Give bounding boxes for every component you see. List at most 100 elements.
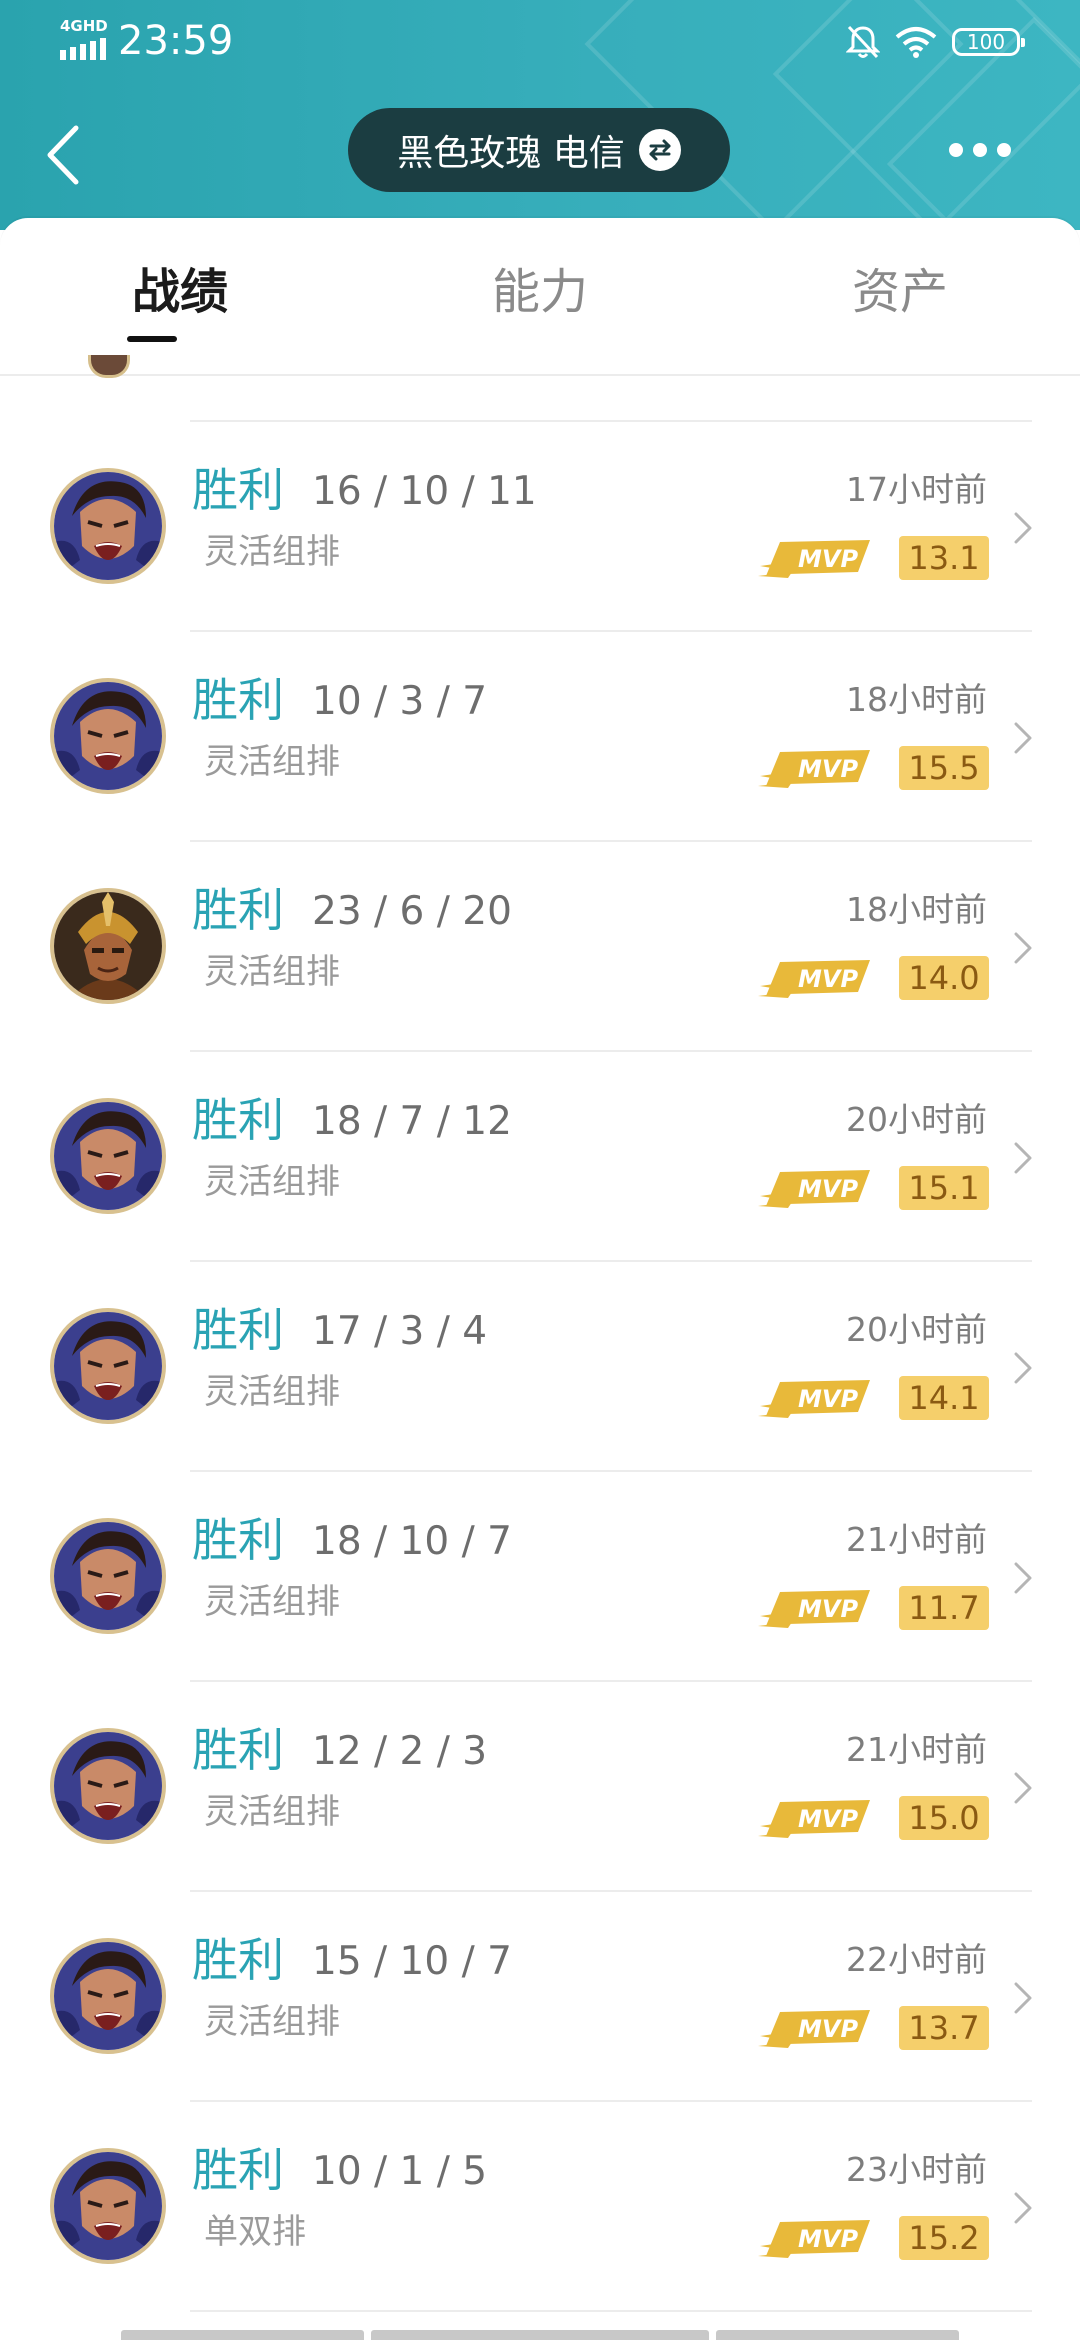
- more-dots-icon[interactable]: [940, 130, 1020, 170]
- mvp-text: MVP: [798, 965, 858, 993]
- tab-assets[interactable]: 资产: [810, 262, 990, 342]
- match-mode: 灵活组排: [204, 1162, 340, 1202]
- mvp-badge: MVP: [758, 2216, 874, 2260]
- status-bar: 4GHD 23:59 100: [0, 0, 1080, 80]
- hero-avatar: [50, 1308, 166, 1424]
- chevron-right-icon: [1014, 1772, 1032, 1804]
- chevron-right-icon: [1014, 932, 1032, 964]
- match-time: 18小时前: [846, 680, 987, 719]
- status-time: 23:59: [118, 18, 234, 64]
- match-mode: 灵活组排: [204, 1792, 340, 1832]
- match-row[interactable]: 胜利 15 / 10 / 7 灵活组排 22小时前 MVP 13.7: [0, 1892, 1080, 2102]
- mvp-badge: MVP: [758, 1376, 874, 1420]
- header: 4GHD 23:59 100 黑色玫瑰 电信: [0, 0, 1080, 230]
- switch-account-icon: [638, 129, 681, 171]
- chevron-right-icon: [1014, 1562, 1032, 1594]
- match-mode: 灵活组排: [204, 2002, 340, 2042]
- match-mode: 灵活组排: [204, 532, 340, 572]
- more-dot: [949, 143, 963, 157]
- match-kda: 18 / 7 / 12: [312, 1099, 512, 1144]
- mvp-badge: MVP: [758, 1586, 874, 1630]
- tab-record[interactable]: 战绩: [90, 262, 270, 342]
- match-result: 胜利: [192, 463, 284, 517]
- match-kda: 18 / 10 / 7: [312, 1519, 512, 1564]
- active-tab-indicator: [127, 336, 177, 342]
- more-dot: [973, 143, 987, 157]
- signal-icon: [60, 38, 106, 60]
- tab-bar: 战绩 能力 资产: [0, 218, 1080, 376]
- mvp-text: MVP: [798, 1805, 858, 1833]
- mvp-badge: MVP: [758, 1796, 874, 1840]
- mvp-text: MVP: [798, 2015, 858, 2043]
- match-row[interactable]: 胜利 16 / 10 / 11 灵活组排 17小时前 MVP 13.1: [0, 422, 1080, 632]
- mvp-text: MVP: [798, 755, 858, 783]
- match-result: 胜利: [192, 1933, 284, 1987]
- hero-avatar: [50, 1728, 166, 1844]
- mvp-text: MVP: [798, 545, 858, 573]
- chevron-right-icon: [1014, 2192, 1032, 2224]
- match-row[interactable]: 胜利 18 / 10 / 7 灵活组排 21小时前 MVP 11.7: [0, 1472, 1080, 1682]
- match-mode: 灵活组排: [204, 1372, 340, 1412]
- match-row[interactable]: 胜利 18 / 7 / 12 灵活组排 20小时前 MVP 15.1: [0, 1052, 1080, 1262]
- match-mode: 灵活组排: [204, 1582, 340, 1622]
- score-badge: 15.0: [899, 1796, 989, 1840]
- match-result: 胜利: [192, 1303, 284, 1357]
- hero-avatar: [50, 888, 166, 1004]
- battery-icon: 100: [952, 28, 1025, 56]
- match-time: 23小时前: [846, 2150, 987, 2189]
- chevron-right-icon: [1014, 1142, 1032, 1174]
- hero-avatar: [50, 468, 166, 584]
- match-result: 胜利: [192, 1513, 284, 1567]
- score-badge: 14.0: [899, 956, 989, 1000]
- mvp-badge: MVP: [758, 536, 874, 580]
- match-time: 18小时前: [846, 890, 987, 929]
- match-mode: 单双排: [204, 2212, 306, 2252]
- match-time: 22小时前: [846, 1940, 987, 1979]
- wifi-icon: [895, 27, 937, 58]
- mvp-text: MVP: [798, 1175, 858, 1203]
- match-kda: 23 / 6 / 20: [312, 889, 512, 934]
- match-time: 17小时前: [846, 470, 987, 509]
- match-mode: 灵活组排: [204, 742, 340, 782]
- match-list: 胜利 16 / 10 / 11 灵活组排 17小时前 MVP 13.1 胜利 10 / 3 /…: [0, 422, 1080, 2312]
- back-button[interactable]: [40, 120, 90, 190]
- more-dot: [997, 143, 1011, 157]
- match-time: 20小时前: [846, 1310, 987, 1349]
- match-row[interactable]: 胜利 12 / 2 / 3 灵活组排 21小时前 MVP 15.0: [0, 1682, 1080, 1892]
- match-row[interactable]: 胜利 10 / 1 / 5 单双排 23小时前 MVP 15.2: [0, 2102, 1080, 2312]
- bottom-bar-segment: [371, 2330, 709, 2340]
- chevron-right-icon: [1014, 722, 1032, 754]
- mvp-badge: MVP: [758, 956, 874, 1000]
- match-kda: 10 / 1 / 5: [312, 2149, 488, 2194]
- status-icons: 100: [846, 20, 1025, 64]
- score-badge: 14.1: [899, 1376, 989, 1420]
- match-time: 21小时前: [846, 1520, 987, 1559]
- bell-off-icon: [846, 25, 880, 59]
- match-result: 胜利: [192, 883, 284, 937]
- match-result: 胜利: [192, 1093, 284, 1147]
- hero-avatar: [50, 1518, 166, 1634]
- match-row[interactable]: 胜利 17 / 3 / 4 灵活组排 20小时前 MVP 14.1: [0, 1262, 1080, 1472]
- hero-avatar: [50, 1938, 166, 2054]
- mvp-text: MVP: [798, 2225, 858, 2253]
- hero-avatar: [50, 678, 166, 794]
- mvp-badge: MVP: [758, 1166, 874, 1210]
- match-kda: 15 / 10 / 7: [312, 1939, 512, 1984]
- score-badge: 15.1: [899, 1166, 989, 1210]
- chevron-right-icon: [1014, 512, 1032, 544]
- mvp-text: MVP: [798, 1595, 858, 1623]
- match-row[interactable]: 胜利 10 / 3 / 7 灵活组排 18小时前 MVP 15.5: [0, 632, 1080, 842]
- hero-avatar: [50, 2148, 166, 2264]
- score-badge: 15.5: [899, 746, 989, 790]
- match-time: 21小时前: [846, 1730, 987, 1769]
- score-badge: 15.2: [899, 2216, 989, 2260]
- chevron-left-icon: [47, 125, 79, 185]
- chevron-right-icon: [1014, 1982, 1032, 2014]
- network-type: 4GHD: [60, 17, 108, 35]
- match-row[interactable]: 胜利 23 / 6 / 20 灵活组排 18小时前 MVP 14.0: [0, 842, 1080, 1052]
- hero-avatar: [50, 1098, 166, 1214]
- chevron-right-icon: [1014, 1352, 1032, 1384]
- match-result: 胜利: [192, 1723, 284, 1777]
- tab-ability[interactable]: 能力: [450, 262, 630, 342]
- account-switcher[interactable]: 黑色玫瑰 电信: [348, 108, 730, 192]
